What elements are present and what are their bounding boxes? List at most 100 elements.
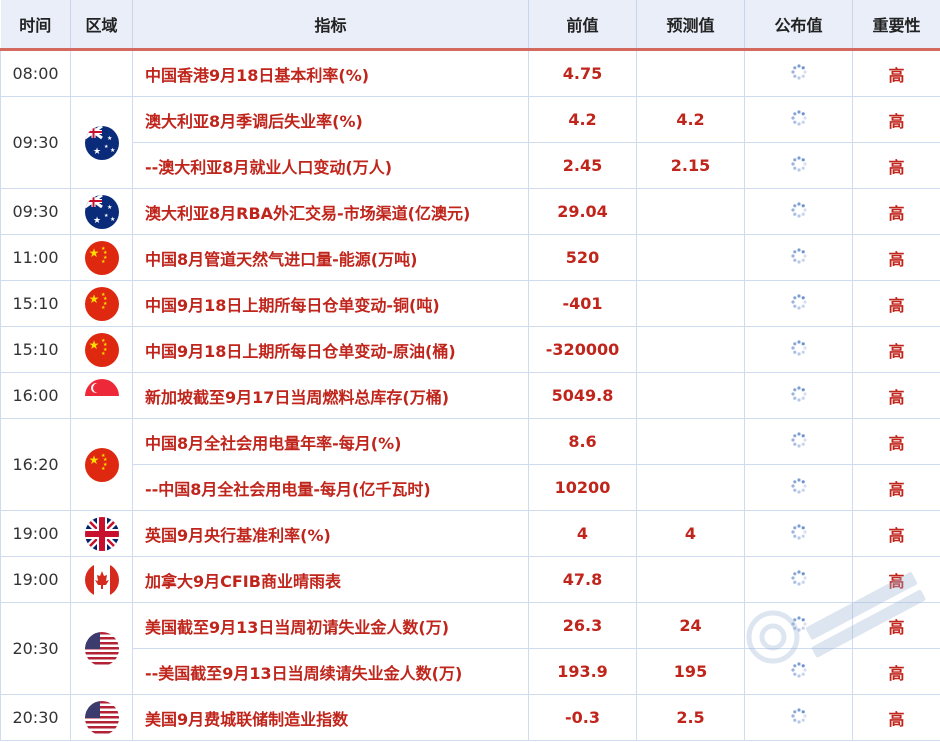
loading-spinner-icon [790, 661, 808, 683]
header-time[interactable]: 时间 [0, 0, 71, 51]
indicator-link[interactable]: --美国截至9月13日当周续请失业金人数(万) [132, 648, 529, 695]
previous-value: 47.8 [528, 556, 637, 603]
previous-value: 5049.8 [528, 372, 637, 419]
loading-spinner-icon [790, 339, 808, 361]
previous-value: 4.2 [528, 96, 637, 143]
canada-flag [84, 562, 119, 597]
table-row[interactable]: --美国截至9月13日当周续请失业金人数(万) 193.9 195 高 [1, 648, 940, 695]
table-row[interactable]: --澳大利亚8月就业人口变动(万人) 2.45 2.15 高 [1, 142, 940, 189]
actual-value [744, 464, 853, 511]
indicator-link[interactable]: 新加坡截至9月17日当周燃料总库存(万桶) [132, 372, 529, 419]
economic-calendar-table: 时间 区域 指标 前值 预测值 公布值 重要性 08:00 中国香港9月18日基本… [0, 0, 940, 741]
china-flag: ★ ★ ★ ★ ★ [84, 286, 119, 321]
actual-value [744, 96, 853, 143]
time-cell: 19:00 [0, 556, 71, 603]
table-row[interactable]: 15:10 ★ ★ ★ ★ ★ 中国9月18日上期所每日仓单变动-铜(吨) -401 高 [0, 280, 940, 327]
previous-value: 2.45 [528, 142, 637, 189]
svg-text:★: ★ [104, 144, 109, 150]
indicator-link[interactable]: --中国8月全社会用电量-每月(亿千瓦时) [132, 464, 529, 511]
actual-value [744, 142, 853, 189]
table-row[interactable]: 16:00 新加坡截至9月17日当周燃料总库存(万桶) 5049.8 高 [0, 372, 940, 419]
loading-spinner-icon [790, 201, 808, 223]
importance-badge: 高 [852, 694, 940, 741]
region-cell [70, 602, 133, 695]
indicator-link[interactable]: 中国8月管道天然气进口量-能源(万吨) [132, 234, 529, 281]
region-cell [70, 372, 133, 419]
loading-spinner-icon [790, 523, 808, 545]
loading-spinner-icon [790, 109, 808, 131]
indicator-link[interactable]: 中国9月18日上期所每日仓单变动-原油(桶) [132, 326, 529, 373]
svg-text:★: ★ [88, 246, 99, 260]
svg-text:★: ★ [107, 204, 112, 211]
table-row[interactable]: 08:00 中国香港9月18日基本利率(%) 4.75 高 [0, 49, 940, 97]
indicator-link[interactable]: 中国9月18日上期所每日仓单变动-铜(吨) [132, 280, 529, 327]
svg-text:★: ★ [101, 466, 106, 472]
header-region[interactable]: 区域 [70, 0, 133, 51]
table-row[interactable]: --中国8月全社会用电量-每月(亿千瓦时) 10200 高 [1, 464, 940, 511]
importance-badge: 高 [852, 234, 940, 281]
indicator-link[interactable]: 中国香港9月18日基本利率(%) [132, 49, 529, 97]
time-cell: 16:20 [0, 418, 71, 511]
forecast-value: 24 [636, 602, 745, 649]
loading-spinner-icon [790, 63, 808, 85]
table-row[interactable]: 16:20 ★ ★ ★ ★ ★ 中国8月全社会用电量年率-每月(%) 8.6 高 [0, 418, 940, 511]
time-cell: 19:00 [0, 510, 71, 557]
time-cell: 09:30 [0, 96, 71, 189]
forecast-value: 2.15 [636, 142, 745, 189]
svg-text:★: ★ [88, 292, 99, 306]
indicator-link[interactable]: 美国9月费城联储制造业指数 [132, 694, 529, 741]
svg-text:★: ★ [101, 351, 106, 357]
table-row[interactable]: 09:30 ★ ★ ★ ★ 澳大利亚8月季调后失业率(%) 4.2 4.2 高 [0, 96, 940, 189]
importance-badge: 高 [852, 280, 940, 327]
table-row[interactable]: 20:30 美国截至9月13日当周初请失业金人数(万) 26.3 24 高 [0, 602, 940, 695]
table-row[interactable]: 11:00 ★ ★ ★ ★ ★ 中国8月管道天然气进口量-能源(万吨) 520 高 [0, 234, 940, 281]
region-cell: ★ ★ ★ ★ ★ [70, 418, 133, 511]
indicator-link[interactable]: 中国8月全社会用电量年率-每月(%) [132, 418, 529, 465]
indicator-link[interactable]: 澳大利亚8月季调后失业率(%) [132, 96, 529, 143]
indicator-link[interactable]: 加拿大9月CFIB商业晴雨表 [132, 556, 529, 603]
indicator-link[interactable]: 澳大利亚8月RBA外汇交易-市场渠道(亿澳元) [132, 188, 529, 235]
time-cell: 15:10 [0, 326, 71, 373]
australia-flag: ★ ★ ★ ★ [84, 194, 119, 229]
forecast-value [636, 418, 745, 465]
header-indicator[interactable]: 指标 [132, 0, 529, 51]
previous-value: -401 [528, 280, 637, 327]
forecast-value [636, 188, 745, 235]
actual-value [744, 326, 853, 373]
forecast-value [636, 464, 745, 511]
forecast-value [636, 49, 745, 97]
loading-spinner-icon [790, 477, 808, 499]
region-cell: ★ ★ ★ ★ [70, 188, 133, 235]
region-cell [70, 49, 133, 97]
singapore-flag [84, 378, 119, 413]
svg-text:★: ★ [88, 338, 99, 352]
importance-badge: 高 [852, 49, 940, 97]
indicator-link[interactable]: 美国截至9月13日当周初请失业金人数(万) [132, 602, 529, 649]
previous-value: 4 [528, 510, 637, 557]
region-cell [70, 510, 133, 557]
table-row[interactable]: 15:10 ★ ★ ★ ★ ★ 中国9月18日上期所每日仓单变动-原油(桶) -320000 高 [0, 326, 940, 373]
header-actual[interactable]: 公布值 [744, 0, 853, 51]
importance-badge: 高 [852, 326, 940, 373]
header-forecast[interactable]: 预测值 [636, 0, 745, 51]
loading-spinner-icon [790, 615, 808, 637]
svg-text:★: ★ [101, 305, 106, 311]
loading-spinner-icon [790, 293, 808, 315]
region-cell [70, 556, 133, 603]
indicator-link[interactable]: --澳大利亚8月就业人口变动(万人) [132, 142, 529, 189]
svg-text:★: ★ [88, 453, 99, 467]
actual-value [744, 510, 853, 557]
forecast-value [636, 372, 745, 419]
previous-value: 8.6 [528, 418, 637, 465]
table-row[interactable]: 19:00 加拿大9月CFIB商业晴雨表 47.8 高 [0, 556, 940, 603]
header-importance[interactable]: 重要性 [852, 0, 940, 51]
table-row[interactable]: 20:30 美国9月费城联储制造业指数 -0.3 2.5 高 [0, 694, 940, 741]
region-cell: ★ ★ ★ ★ ★ [70, 326, 133, 373]
indicator-link[interactable]: 英国9月央行基准利率(%) [132, 510, 529, 557]
header-previous[interactable]: 前值 [528, 0, 637, 51]
table-row[interactable]: 19:00 英国9月央行基准利率(%) 4 4 高 [0, 510, 940, 557]
table-row[interactable]: 09:30 ★ ★ ★ ★ 澳大利亚8月RBA外汇交易-市场渠道(亿澳元) 29.04 高 [0, 188, 940, 235]
importance-badge: 高 [852, 648, 940, 695]
time-cell: 11:00 [0, 234, 71, 281]
forecast-value [636, 326, 745, 373]
